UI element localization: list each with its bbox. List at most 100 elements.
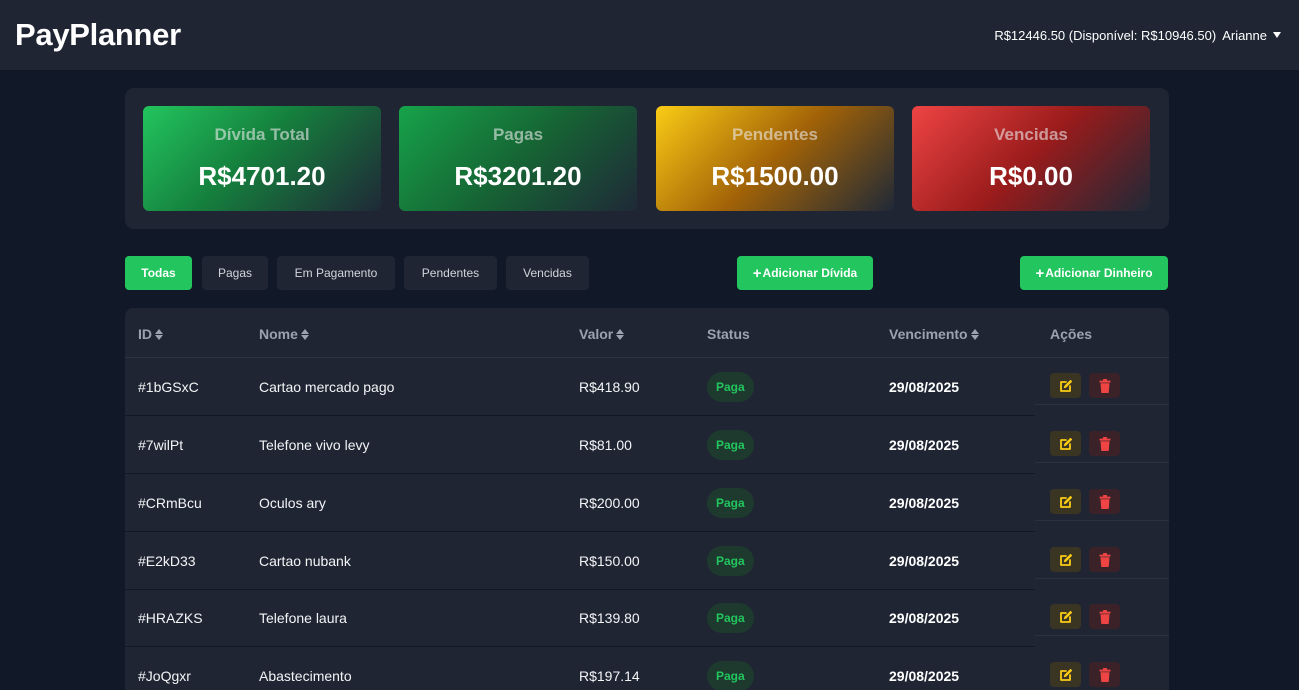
user-name: Arianne (1222, 27, 1267, 43)
row-id: #JoQgxr (138, 668, 191, 684)
column-name-header[interactable]: Nome (259, 326, 309, 342)
column-label: Ações (1050, 326, 1093, 342)
delete-button[interactable] (1089, 373, 1120, 398)
edit-button[interactable] (1050, 604, 1081, 629)
edit-button[interactable] (1050, 373, 1081, 398)
edit-button[interactable] (1050, 662, 1081, 687)
card-label: Vencidas (994, 125, 1068, 144)
edit-icon (1059, 610, 1072, 623)
row-value: R$200.00 (579, 495, 640, 511)
row-name: Telefone vivo levy (259, 437, 370, 453)
row-due-date: 29/08/2025 (889, 379, 960, 395)
add-debt-label: Adicionar Dívida (762, 266, 858, 280)
row-id: #CRmBcu (138, 495, 202, 511)
edit-icon (1059, 437, 1072, 450)
filter-pending-tab[interactable]: Pendentes (404, 256, 497, 290)
edit-button[interactable] (1050, 547, 1081, 572)
trash-icon (1099, 667, 1110, 682)
row-due-date: 29/08/2025 (889, 553, 960, 569)
card-value: R$0.00 (989, 161, 1073, 191)
row-id: #HRAZKS (138, 610, 203, 626)
trash-icon (1099, 552, 1110, 567)
row-value: R$418.90 (579, 379, 640, 395)
row-due-date: 29/08/2025 (889, 437, 960, 453)
column-actions-header: Ações (1050, 326, 1092, 342)
column-label: Status (707, 326, 750, 342)
sort-icon (616, 328, 625, 340)
sort-icon (155, 328, 163, 340)
card-value: R$1500.00 (711, 161, 839, 191)
account-menu[interactable]: R$12446.50 (Disponível: R$10946.50) Aria… (994, 28, 1281, 43)
balance-text: R$12446.50 (Disponível: R$10946.50) (994, 27, 1217, 43)
pending-card: Pendentes R$1500.00 (656, 106, 894, 211)
column-label: ID (138, 326, 152, 342)
top-bar: PayPlanner R$12446.50 (Disponível: R$109… (0, 0, 1299, 70)
status-badge: Paga (707, 430, 754, 460)
row-value: R$81.00 (579, 437, 632, 453)
status-badge: Paga (707, 372, 754, 402)
status-badge: Paga (707, 488, 754, 518)
table-row: #7wilPt Telefone vivo levy R$81.00 Paga … (125, 416, 1169, 474)
row-name: Abastecimento (259, 668, 352, 684)
plus-icon: + (1035, 264, 1045, 282)
row-name: Cartao nubank (259, 553, 351, 569)
add-money-button[interactable]: + Adicionar Dinheiro (1020, 256, 1168, 290)
edit-button[interactable] (1050, 431, 1081, 456)
row-id: #E2kD33 (138, 553, 196, 569)
add-debt-button[interactable]: + Adicionar Dívida (737, 256, 873, 290)
chevron-down-icon (1273, 32, 1281, 38)
column-due-header[interactable]: Vencimento (889, 326, 979, 342)
plus-icon: + (752, 264, 762, 282)
delete-button[interactable] (1089, 662, 1120, 687)
row-value: R$150.00 (579, 553, 640, 569)
column-id-header[interactable]: ID (138, 326, 163, 342)
column-label: Vencimento (889, 326, 968, 342)
edit-icon (1059, 553, 1072, 566)
filter-in-payment-tab[interactable]: Em Pagamento (277, 256, 395, 290)
row-divider (1035, 635, 1169, 636)
column-label: Valor (579, 326, 614, 342)
row-divider (1035, 404, 1169, 405)
card-value: R$4701.20 (198, 161, 326, 191)
overdue-card: Vencidas R$0.00 (912, 106, 1150, 211)
row-name: Telefone laura (259, 610, 347, 626)
table-header: ID Nome Valor Status Vencimento Ações (125, 308, 1169, 358)
filter-all-tab[interactable]: Todas (125, 256, 192, 290)
app-title: PayPlanner (15, 17, 181, 52)
row-id: #7wilPt (138, 437, 184, 453)
edit-icon (1059, 668, 1072, 681)
delete-button[interactable] (1089, 431, 1120, 456)
card-label: Pendentes (732, 125, 818, 144)
table-row: #HRAZKS Telefone laura R$139.80 Paga 29/… (125, 589, 1169, 647)
trash-icon (1099, 494, 1110, 509)
delete-button[interactable] (1089, 604, 1120, 629)
row-due-date: 29/08/2025 (889, 668, 960, 684)
edit-button[interactable] (1050, 489, 1081, 514)
row-value: R$139.80 (579, 610, 640, 626)
status-badge: Paga (707, 546, 754, 576)
delete-button[interactable] (1089, 489, 1120, 514)
row-divider (1035, 462, 1169, 463)
column-value-header[interactable]: Valor (579, 326, 625, 342)
table-row: #JoQgxr Abastecimento R$197.14 Paga 29/0… (125, 647, 1169, 690)
row-due-date: 29/08/2025 (889, 495, 960, 511)
column-label: Nome (259, 326, 298, 342)
column-status-header: Status (707, 326, 750, 342)
card-label: Pagas (492, 125, 544, 144)
card-label: Dívida Total (214, 125, 310, 144)
debts-table: ID Nome Valor Status Vencimento Ações #1… (125, 308, 1169, 690)
filter-overdue-tab[interactable]: Vencidas (506, 256, 589, 290)
delete-button[interactable] (1089, 547, 1120, 572)
summary-panel: Dívida Total R$4701.20 Pagas R$3201.20 P… (125, 88, 1169, 229)
filter-paid-tab[interactable]: Pagas (202, 256, 268, 290)
row-divider (1035, 578, 1169, 579)
row-due-date: 29/08/2025 (889, 610, 960, 626)
edit-icon (1059, 495, 1072, 508)
paid-card: Pagas R$3201.20 (399, 106, 637, 211)
row-name: Oculos ary (259, 495, 326, 511)
trash-icon (1099, 378, 1110, 393)
sort-icon (300, 328, 309, 340)
row-value: R$197.14 (579, 668, 640, 684)
table-row: #E2kD33 Cartao nubank R$150.00 Paga 29/0… (125, 532, 1169, 590)
table-row: #CRmBcu Oculos ary R$200.00 Paga 29/08/2… (125, 474, 1169, 532)
